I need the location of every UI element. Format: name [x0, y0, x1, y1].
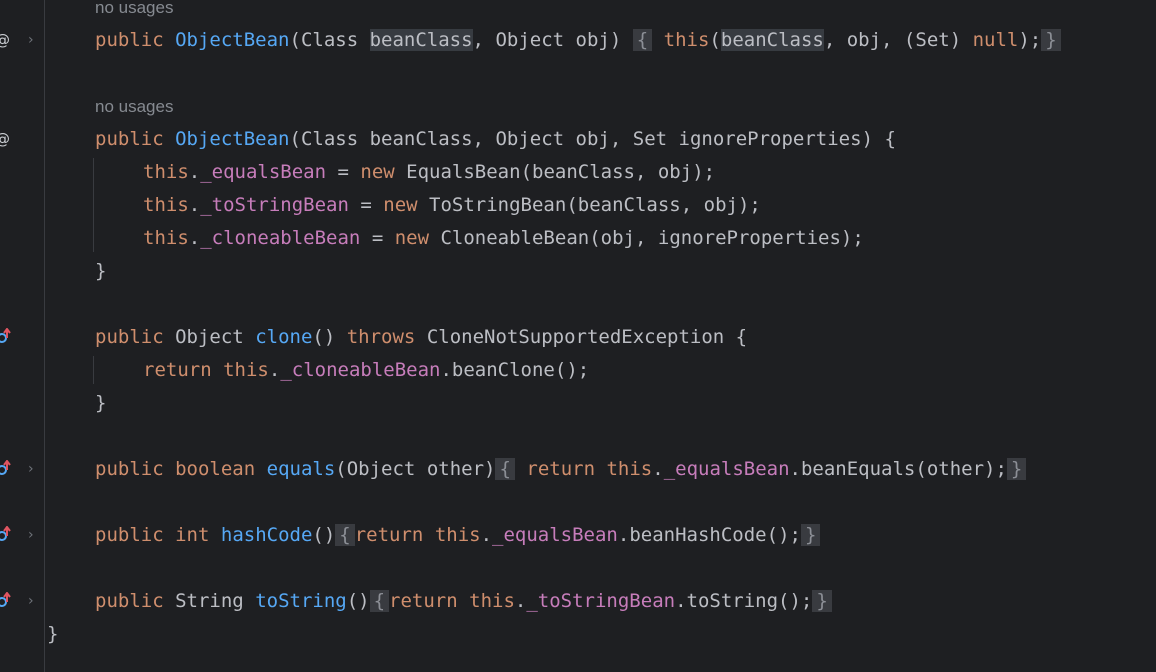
argument: beanClass [577, 194, 681, 216]
type: Object [346, 458, 416, 480]
code-line[interactable]: public ObjectBean(Class beanClass, Objec… [95, 27, 1061, 53]
indent-guide [93, 356, 94, 384]
keyword: this [606, 458, 653, 480]
keyword: this [143, 161, 189, 183]
folded-brace[interactable]: { [369, 590, 390, 612]
keyword: this [469, 590, 515, 612]
type: Class [300, 29, 359, 51]
code-line[interactable]: public ObjectBean(Class beanClass, Objec… [95, 126, 896, 152]
type: String [175, 590, 244, 612]
folded-brace[interactable]: } [812, 590, 832, 612]
keyword: return [354, 524, 424, 546]
parameter: beanClass [369, 29, 473, 51]
keyword: throws [346, 326, 416, 348]
argument: obj [703, 194, 738, 216]
code-editor[interactable]: @ › @ › › › no usages public ObjectBean( [0, 0, 1156, 672]
type: Set [915, 29, 950, 51]
type: CloneNotSupportedException [426, 326, 725, 348]
keyword: return [389, 590, 458, 612]
field: _equalsBean [200, 161, 327, 183]
argument: other [926, 458, 985, 480]
keyword: this [663, 29, 710, 51]
usages-hint[interactable]: no usages [95, 97, 173, 117]
code-line[interactable]: return this._cloneableBean.beanClone(); [143, 357, 589, 383]
field: _toStringBean [526, 590, 676, 612]
keyword: new [394, 227, 430, 249]
argument: obj [846, 29, 882, 51]
type: Object [175, 326, 244, 348]
method-name: hashCode [220, 524, 313, 546]
argument: ignoreProperties [657, 227, 841, 249]
method-call: toString [686, 590, 779, 612]
parameter: beanClass [369, 128, 473, 150]
code-line[interactable]: this._toStringBean = new ToStringBean(be… [143, 192, 761, 218]
keyword: public [95, 326, 164, 348]
parameter: obj [575, 29, 610, 51]
keyword: public [95, 128, 164, 150]
method-name: ObjectBean [175, 128, 290, 150]
folded-brace[interactable]: { [632, 29, 653, 51]
folded-brace[interactable]: { [495, 458, 515, 480]
method-call: beanEquals [800, 458, 916, 480]
method-name: clone [255, 326, 313, 348]
keyword: this [143, 227, 189, 249]
type: ToStringBean [429, 194, 567, 216]
keyword: public [95, 458, 164, 480]
code-area[interactable]: no usages public ObjectBean(Class beanCl… [0, 0, 1156, 672]
keyword: public [95, 524, 164, 546]
argument: obj [600, 227, 635, 249]
keyword: return [143, 359, 212, 381]
keyword: new [360, 161, 395, 183]
method-call: beanClone [451, 359, 555, 381]
keyword: null [972, 29, 1019, 51]
code-line[interactable]: public Object clone() throws CloneNotSup… [95, 324, 747, 350]
code-line[interactable]: public String toString(){return this._to… [95, 588, 832, 614]
method-name: toString [255, 590, 347, 612]
type: Class [300, 128, 359, 150]
type: EqualsBean [406, 161, 521, 183]
folded-brace[interactable]: } [800, 524, 821, 546]
field: _equalsBean [492, 524, 618, 546]
class-closing-brace[interactable]: } [47, 621, 58, 647]
code-line[interactable]: public boolean equals(Object other){ ret… [95, 456, 1027, 482]
folded-brace[interactable]: } [1041, 29, 1061, 51]
keyword: return [526, 458, 596, 480]
keyword: public [95, 29, 164, 51]
keyword: this [143, 194, 189, 216]
type: Set [632, 128, 668, 150]
parameter: obj [575, 128, 610, 150]
code-line[interactable]: this._equalsBean = new EqualsBean(beanCl… [143, 159, 715, 185]
type: Object [495, 128, 565, 150]
field: _cloneableBean [280, 359, 441, 381]
folded-brace[interactable]: } [1006, 458, 1027, 480]
keyword: boolean [175, 458, 256, 480]
method-name: equals [266, 458, 336, 480]
keyword: this [434, 524, 481, 546]
type: CloneableBean [440, 227, 590, 249]
folded-brace[interactable]: { [335, 524, 355, 546]
method-call: beanHashCode [629, 524, 767, 546]
closing-brace[interactable]: } [95, 390, 106, 416]
keyword: public [95, 590, 164, 612]
field: _equalsBean [663, 458, 790, 480]
type: Object [495, 29, 565, 51]
keyword: int [175, 524, 210, 546]
field: _toStringBean [200, 194, 349, 216]
closing-brace[interactable]: } [95, 258, 106, 284]
keyword: this [223, 359, 269, 381]
method-name: ObjectBean [175, 29, 290, 51]
indent-guide [93, 158, 94, 252]
parameter: other [426, 458, 485, 480]
usages-hint[interactable]: no usages [95, 0, 173, 18]
argument: beanClass [532, 161, 635, 183]
code-line[interactable]: public int hashCode(){return this._equal… [95, 522, 821, 548]
code-line[interactable]: this._cloneableBean = new CloneableBean(… [143, 225, 864, 251]
keyword: new [383, 194, 418, 216]
argument: beanClass [720, 29, 824, 51]
field: _cloneableBean [200, 227, 361, 249]
argument: obj [657, 161, 693, 183]
parameter: ignoreProperties [678, 128, 862, 150]
